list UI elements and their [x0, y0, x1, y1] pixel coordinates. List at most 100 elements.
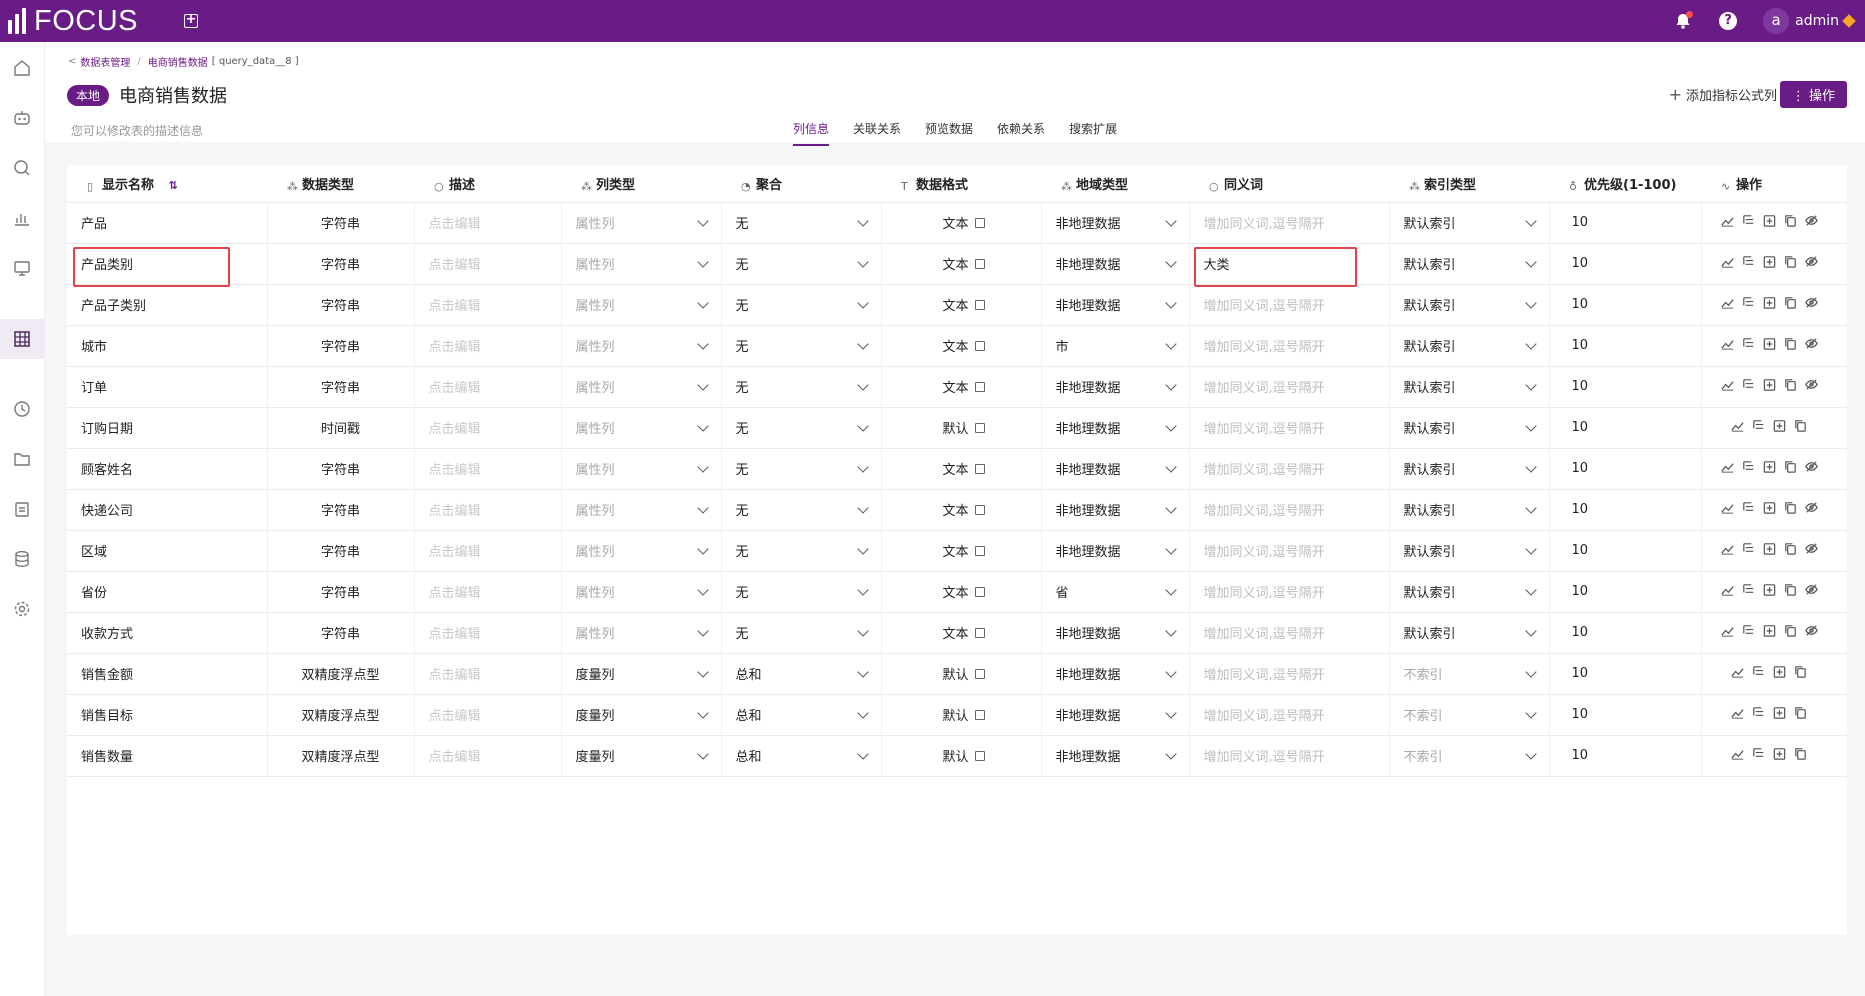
- breadcrumb-parent[interactable]: 数据表管理: [80, 54, 130, 69]
- cell-aggregation[interactable]: 无: [721, 284, 882, 326]
- hierarchy-icon[interactable]: [1751, 705, 1766, 724]
- cell-aggregation[interactable]: 无: [721, 243, 882, 285]
- cell-index-type[interactable]: 默认索引: [1389, 284, 1550, 326]
- cell-index-type[interactable]: 默认索引: [1389, 202, 1550, 244]
- cell-display-name[interactable]: 销售金额: [67, 653, 268, 695]
- copy-icon[interactable]: [1783, 500, 1798, 519]
- cell-column-type[interactable]: 属性列: [561, 366, 722, 408]
- search-icon[interactable]: [12, 158, 32, 178]
- cell-description[interactable]: 点击编辑: [414, 284, 562, 326]
- help-icon[interactable]: ?: [1719, 12, 1738, 30]
- edit-icon[interactable]: [974, 299, 985, 310]
- trend-icon[interactable]: [1720, 500, 1735, 519]
- add-box-icon[interactable]: [1772, 418, 1787, 437]
- cell-synonyms[interactable]: 增加同义词,逗号隔开: [1189, 571, 1390, 613]
- cell-synonyms[interactable]: 增加同义词,逗号隔开: [1189, 284, 1390, 326]
- hide-icon[interactable]: [1804, 500, 1819, 519]
- hide-icon[interactable]: [1804, 377, 1819, 396]
- cell-aggregation[interactable]: 无: [721, 407, 882, 449]
- home-icon[interactable]: [12, 58, 32, 78]
- cell-priority[interactable]: 10: [1549, 694, 1702, 736]
- sort-icon[interactable]: ⇅: [169, 179, 178, 192]
- cell-synonyms[interactable]: 增加同义词,逗号隔开: [1189, 653, 1390, 695]
- hierarchy-icon[interactable]: [1751, 664, 1766, 683]
- add-box-icon[interactable]: [1762, 213, 1777, 232]
- trend-icon[interactable]: [1720, 213, 1735, 232]
- cell-geo-type[interactable]: 非地理数据: [1041, 530, 1190, 572]
- cell-aggregation[interactable]: 无: [721, 448, 882, 490]
- cell-column-type[interactable]: 属性列: [561, 571, 722, 613]
- copy-icon[interactable]: [1783, 541, 1798, 560]
- cell-format[interactable]: 文本: [881, 325, 1042, 367]
- cell-format[interactable]: 文本: [881, 448, 1042, 490]
- copy-icon[interactable]: [1793, 664, 1808, 683]
- cell-description[interactable]: 点击编辑: [414, 407, 562, 449]
- cell-geo-type[interactable]: 非地理数据: [1041, 489, 1190, 531]
- cell-index-type[interactable]: 不索引: [1389, 694, 1550, 736]
- cell-description[interactable]: 点击编辑: [414, 571, 562, 613]
- cell-format[interactable]: 文本: [881, 571, 1042, 613]
- cell-description[interactable]: 点击编辑: [414, 612, 562, 654]
- gear-icon[interactable]: [12, 599, 32, 619]
- cell-priority[interactable]: 10: [1549, 366, 1702, 408]
- cell-column-type[interactable]: 属性列: [561, 530, 722, 572]
- cell-description[interactable]: 点击编辑: [414, 243, 562, 285]
- cell-geo-type[interactable]: 非地理数据: [1041, 243, 1190, 285]
- trend-icon[interactable]: [1720, 295, 1735, 314]
- copy-icon[interactable]: [1783, 582, 1798, 601]
- tab-search-extension[interactable]: 搜索扩展: [1069, 120, 1117, 146]
- table-description[interactable]: 您可以修改表的描述信息: [71, 122, 203, 139]
- cell-column-type[interactable]: 属性列: [561, 612, 722, 654]
- trend-icon[interactable]: [1720, 254, 1735, 273]
- cell-priority[interactable]: 10: [1549, 489, 1702, 531]
- hierarchy-icon[interactable]: [1741, 254, 1756, 273]
- cell-description[interactable]: 点击编辑: [414, 325, 562, 367]
- username[interactable]: admin: [1795, 13, 1839, 29]
- copy-icon[interactable]: [1783, 295, 1798, 314]
- edit-icon[interactable]: [974, 463, 985, 474]
- cell-index-type[interactable]: 默认索引: [1389, 571, 1550, 613]
- hierarchy-icon[interactable]: [1741, 336, 1756, 355]
- cell-priority[interactable]: 10: [1549, 325, 1702, 367]
- tab-column-info[interactable]: 列信息: [793, 120, 830, 146]
- cell-priority[interactable]: 10: [1549, 612, 1702, 654]
- cell-description[interactable]: 点击编辑: [414, 694, 562, 736]
- cell-display-name[interactable]: 销售数量: [67, 735, 268, 777]
- cell-geo-type[interactable]: 非地理数据: [1041, 612, 1190, 654]
- cell-display-name[interactable]: 产品: [67, 202, 268, 244]
- add-box-icon[interactable]: [1762, 459, 1777, 478]
- cell-column-type[interactable]: 属性列: [561, 407, 722, 449]
- cell-synonyms[interactable]: 增加同义词,逗号隔开: [1189, 530, 1390, 572]
- cell-synonyms[interactable]: 增加同义词,逗号隔开: [1189, 448, 1390, 490]
- tab-dependencies[interactable]: 依赖关系: [997, 120, 1045, 146]
- cell-geo-type[interactable]: 非地理数据: [1041, 202, 1190, 244]
- cell-aggregation[interactable]: 无: [721, 202, 882, 244]
- hierarchy-icon[interactable]: [1741, 377, 1756, 396]
- hide-icon[interactable]: [1804, 582, 1819, 601]
- cell-aggregation[interactable]: 总和: [721, 694, 882, 736]
- cell-column-type[interactable]: 属性列: [561, 202, 722, 244]
- add-box-icon[interactable]: [1762, 377, 1777, 396]
- cell-synonyms[interactable]: 增加同义词,逗号隔开: [1189, 612, 1390, 654]
- add-box-icon[interactable]: [1772, 705, 1787, 724]
- add-box-icon[interactable]: [1772, 664, 1787, 683]
- cell-aggregation[interactable]: 总和: [721, 735, 882, 777]
- cell-column-type[interactable]: 属性列: [561, 448, 722, 490]
- cell-aggregation[interactable]: 无: [721, 571, 882, 613]
- trend-icon[interactable]: [1720, 541, 1735, 560]
- cell-index-type[interactable]: 默认索引: [1389, 612, 1550, 654]
- cell-priority[interactable]: 10: [1549, 243, 1702, 285]
- hierarchy-icon[interactable]: [1741, 541, 1756, 560]
- edit-icon[interactable]: [974, 545, 985, 556]
- folder-icon[interactable]: [12, 449, 32, 469]
- cell-index-type[interactable]: 默认索引: [1389, 448, 1550, 490]
- trend-icon[interactable]: [1730, 418, 1745, 437]
- notification-bell-icon[interactable]: [1673, 11, 1694, 31]
- hide-icon[interactable]: [1804, 623, 1819, 642]
- copy-icon[interactable]: [1783, 336, 1798, 355]
- tab-preview[interactable]: 预览数据: [925, 120, 973, 146]
- cell-column-type[interactable]: 度量列: [561, 735, 722, 777]
- database-icon[interactable]: [12, 549, 32, 569]
- cell-geo-type[interactable]: 省: [1041, 571, 1190, 613]
- cell-format[interactable]: 默认: [881, 407, 1042, 449]
